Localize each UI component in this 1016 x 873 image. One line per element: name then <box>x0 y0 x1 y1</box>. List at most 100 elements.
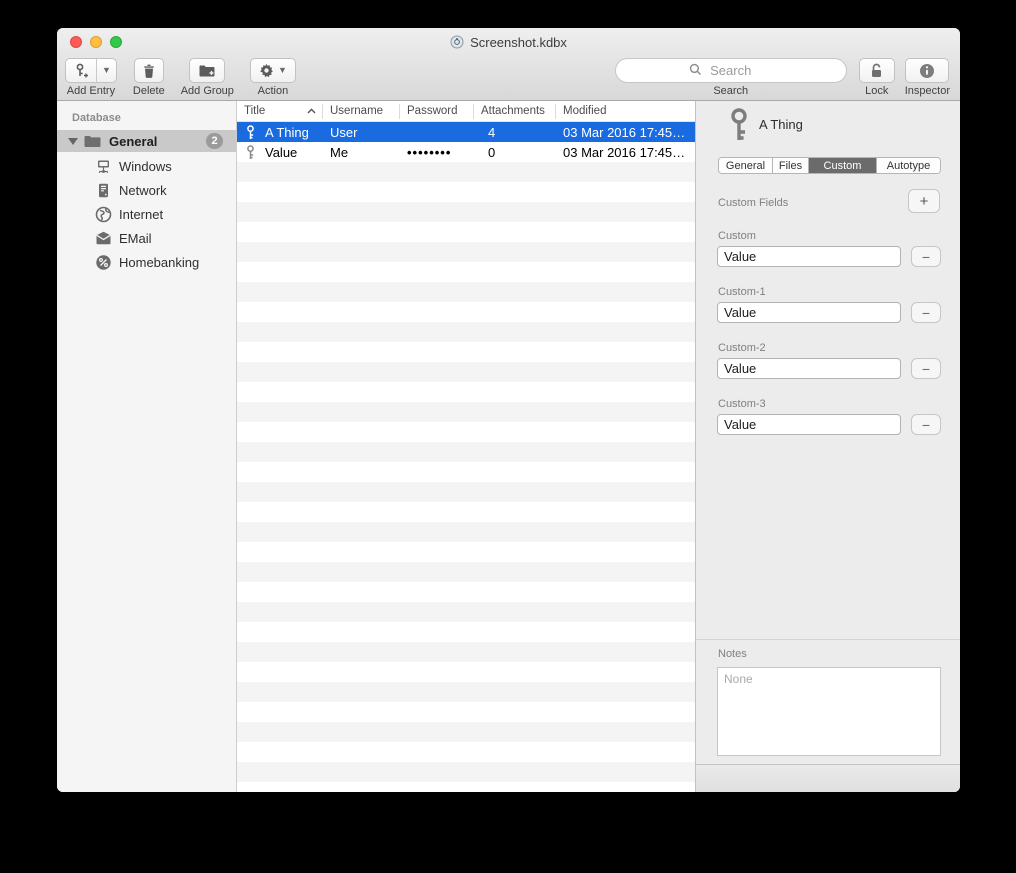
sidebar-item-network[interactable]: Network <box>57 178 236 202</box>
lock-label: Lock <box>865 85 888 97</box>
notes-textarea[interactable] <box>717 667 941 756</box>
custom-field-group: Custom-1 − <box>717 286 941 323</box>
plus-icon: + <box>920 194 929 209</box>
globe-icon <box>95 206 112 223</box>
table-empty-row <box>237 582 695 602</box>
sidebar-item-homebanking[interactable]: Homebanking <box>57 250 236 274</box>
table-empty-row <box>237 422 695 442</box>
tab-custom[interactable]: Custom <box>808 158 876 173</box>
field-value-input[interactable] <box>717 246 901 267</box>
table-empty-row <box>237 482 695 502</box>
add-group-button[interactable] <box>189 58 225 83</box>
cell-modified: 03 Mar 2016 17:45… <box>556 145 695 160</box>
column-header-password[interactable]: Password <box>400 104 474 119</box>
inspector-button[interactable] <box>905 58 949 83</box>
app-window: Screenshot.kdbx ▼ Add Entry <box>57 28 960 792</box>
entry-key-icon <box>726 108 752 142</box>
sidebar-item-windows[interactable]: Windows <box>57 154 236 178</box>
table-row[interactable]: Value Me •••••••• 0 03 Mar 2016 17:45… <box>237 142 695 162</box>
windows-network-icon <box>95 158 112 175</box>
search-input[interactable] <box>615 58 847 83</box>
column-header-username[interactable]: Username <box>323 104 400 119</box>
disclosure-triangle-icon[interactable] <box>68 138 78 145</box>
info-icon <box>919 63 935 79</box>
table-empty-row <box>237 442 695 462</box>
folder-plus-icon <box>198 63 216 78</box>
custom-field-group: Custom − <box>717 230 941 267</box>
sidebar-items: Windows Network <box>57 154 236 274</box>
count-badge: 2 <box>206 133 223 149</box>
table-empty-rows <box>237 162 695 792</box>
table-empty-row <box>237 742 695 762</box>
sidebar-group-general[interactable]: General 2 <box>57 130 236 152</box>
column-header-attachments[interactable]: Attachments <box>474 104 556 119</box>
window-chrome: Screenshot.kdbx ▼ Add Entry <box>57 28 960 101</box>
table-empty-row <box>237 402 695 422</box>
cell-attachments: 0 <box>474 145 556 160</box>
cell-modified: 03 Mar 2016 17:45… <box>556 125 695 140</box>
cell-title: A Thing <box>265 125 309 140</box>
add-entry-dropdown[interactable]: ▼ <box>96 59 116 82</box>
document-icon <box>450 35 464 49</box>
cell-password: •••••••• <box>400 145 474 160</box>
field-value-input[interactable] <box>717 302 901 323</box>
table-empty-row <box>237 182 695 202</box>
table-empty-row <box>237 222 695 242</box>
table-body: A Thing User 4 03 Mar 2016 17:45… <box>237 122 695 792</box>
sidebar-item-label: Internet <box>119 207 163 222</box>
lock-button[interactable] <box>859 58 895 83</box>
window-title-area: Screenshot.kdbx <box>57 28 960 56</box>
tab-autotype[interactable]: Autotype <box>876 158 940 173</box>
chevron-down-icon: ▼ <box>278 66 287 75</box>
inspector-label: Inspector <box>905 85 950 97</box>
cell-title: Value <box>265 145 297 160</box>
add-field-button[interactable]: + <box>908 189 940 213</box>
action-button[interactable]: ▼ <box>250 58 296 83</box>
content-area: Database General 2 <box>57 101 960 792</box>
toolbar: ▼ Add Entry Delete <box>57 56 960 100</box>
field-label: Custom-3 <box>717 398 941 410</box>
remove-field-button[interactable]: − <box>911 302 941 323</box>
tab-general[interactable]: General <box>719 158 772 173</box>
table-empty-row <box>237 722 695 742</box>
field-label: Custom <box>717 230 941 242</box>
table-empty-row <box>237 242 695 262</box>
percent-coin-icon <box>95 254 112 271</box>
table-empty-row <box>237 342 695 362</box>
column-header-modified[interactable]: Modified <box>556 104 695 119</box>
minus-icon: − <box>922 361 930 377</box>
sidebar-item-email[interactable]: EMail <box>57 226 236 250</box>
delete-button[interactable] <box>134 58 164 83</box>
add-entry-button[interactable]: ▼ <box>65 58 117 83</box>
custom-fields-label: Custom Fields <box>718 197 788 209</box>
add-group-tool: Add Group <box>181 58 234 97</box>
add-entry-label: Add Entry <box>67 85 115 97</box>
sidebar-item-internet[interactable]: Internet <box>57 202 236 226</box>
table-empty-row <box>237 462 695 482</box>
titlebar[interactable]: Screenshot.kdbx <box>57 28 960 56</box>
table-empty-row <box>237 282 695 302</box>
table-empty-row <box>237 682 695 702</box>
notes-label: Notes <box>718 648 747 660</box>
column-header-title[interactable]: Title <box>237 104 323 119</box>
entry-table: Title Username Password Attachments Modi… <box>237 101 695 792</box>
tab-files[interactable]: Files <box>772 158 808 173</box>
window-title: Screenshot.kdbx <box>470 35 567 50</box>
remove-field-button[interactable]: − <box>911 358 941 379</box>
envelope-icon <box>95 230 112 247</box>
field-value-input[interactable] <box>717 358 901 379</box>
remove-field-button[interactable]: − <box>911 414 941 435</box>
delete-label: Delete <box>133 85 165 97</box>
table-empty-row <box>237 602 695 622</box>
add-group-label: Add Group <box>181 85 234 97</box>
field-label: Custom-1 <box>717 286 941 298</box>
table-empty-row <box>237 502 695 522</box>
key-plus-icon[interactable] <box>66 59 96 82</box>
field-value-input[interactable] <box>717 414 901 435</box>
minus-icon: − <box>922 417 930 433</box>
remove-field-button[interactable]: − <box>911 246 941 267</box>
table-empty-row <box>237 382 695 402</box>
custom-field-group: Custom-2 − <box>717 342 941 379</box>
table-row[interactable]: A Thing User 4 03 Mar 2016 17:45… <box>237 122 695 142</box>
sidebar-item-label: Homebanking <box>119 255 199 270</box>
